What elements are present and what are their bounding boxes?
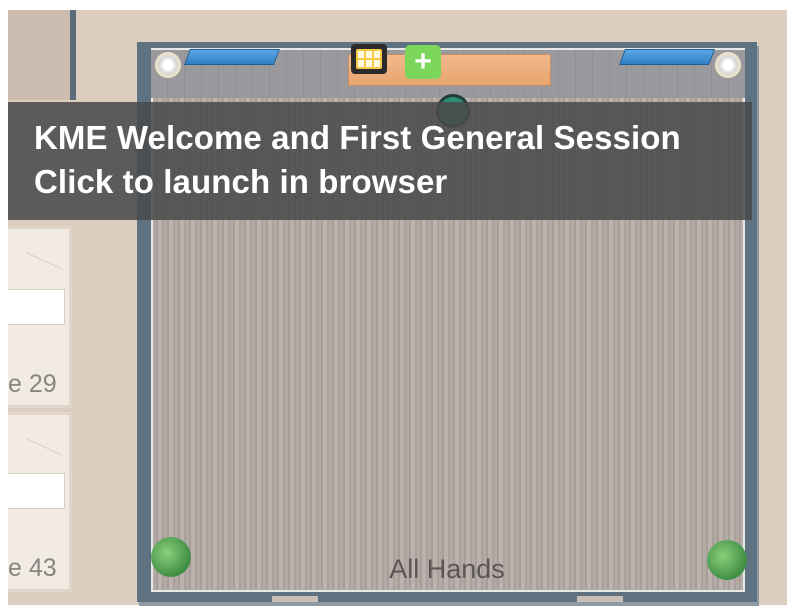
door[interactable] bbox=[577, 596, 623, 602]
screen-panel-left bbox=[184, 49, 280, 65]
monitor-icon[interactable] bbox=[351, 44, 387, 74]
launch-tooltip[interactable]: KME Welcome and First General Session Cl… bbox=[8, 102, 752, 220]
screen-panel-right bbox=[619, 49, 715, 65]
side-room-number: e 29 bbox=[8, 370, 57, 398]
door[interactable] bbox=[272, 596, 318, 602]
tooltip-subtitle: Click to launch in browser bbox=[34, 163, 448, 200]
room-label: All Hands bbox=[389, 554, 505, 584]
monitor-screen bbox=[356, 49, 382, 69]
game-viewport[interactable]: e 29 e 43 + All Hands KME Welcome and Fi… bbox=[0, 0, 787, 610]
plus-icon[interactable]: + bbox=[405, 45, 441, 79]
side-room-table bbox=[8, 473, 65, 509]
side-room-table bbox=[8, 289, 65, 325]
left-corridor-room bbox=[8, 10, 76, 100]
side-room-number: e 43 bbox=[8, 554, 57, 582]
side-room-29[interactable]: e 29 bbox=[8, 226, 72, 408]
side-room-43[interactable]: e 43 bbox=[8, 412, 72, 592]
lamp-icon bbox=[155, 52, 181, 78]
tooltip-title: KME Welcome and First General Session bbox=[34, 119, 681, 156]
lamp-icon bbox=[715, 52, 741, 78]
